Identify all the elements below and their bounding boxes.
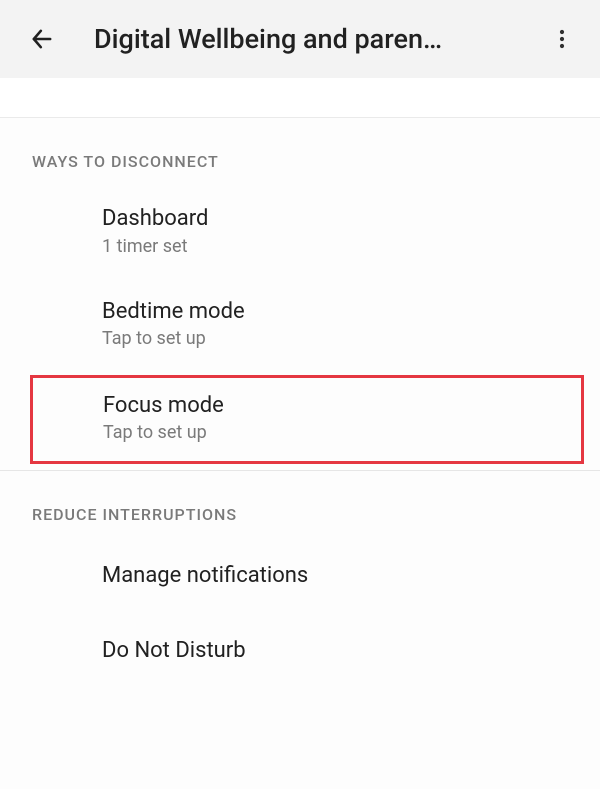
list-item-focus-mode[interactable]: Focus mode Tap to set up (30, 375, 584, 464)
app-bar: Digital Wellbeing and paren… (0, 0, 600, 78)
list-item-do-not-disturb[interactable]: Do Not Disturb (0, 613, 600, 689)
item-title: Focus mode (103, 392, 581, 420)
list-item-dashboard[interactable]: Dashboard 1 timer set (0, 185, 600, 278)
page-title: Digital Wellbeing and paren… (94, 23, 538, 55)
list-item-manage-notifications[interactable]: Manage notifications (0, 538, 600, 614)
item-subtitle: 1 timer set (102, 235, 600, 258)
item-title: Bedtime mode (102, 298, 600, 326)
section-header-disconnect: WAYS TO DISCONNECT (0, 118, 600, 185)
item-subtitle: Tap to set up (102, 327, 600, 350)
header-spacer (0, 78, 600, 118)
list-item-bedtime-mode[interactable]: Bedtime mode Tap to set up (0, 278, 600, 371)
back-icon[interactable] (18, 15, 66, 63)
item-title: Do Not Disturb (102, 637, 600, 665)
item-title: Dashboard (102, 205, 600, 233)
item-title: Manage notifications (102, 562, 600, 590)
more-options-icon[interactable] (538, 15, 586, 63)
item-subtitle: Tap to set up (103, 421, 581, 444)
section-header-reduce: REDUCE INTERRUPTIONS (0, 471, 600, 538)
